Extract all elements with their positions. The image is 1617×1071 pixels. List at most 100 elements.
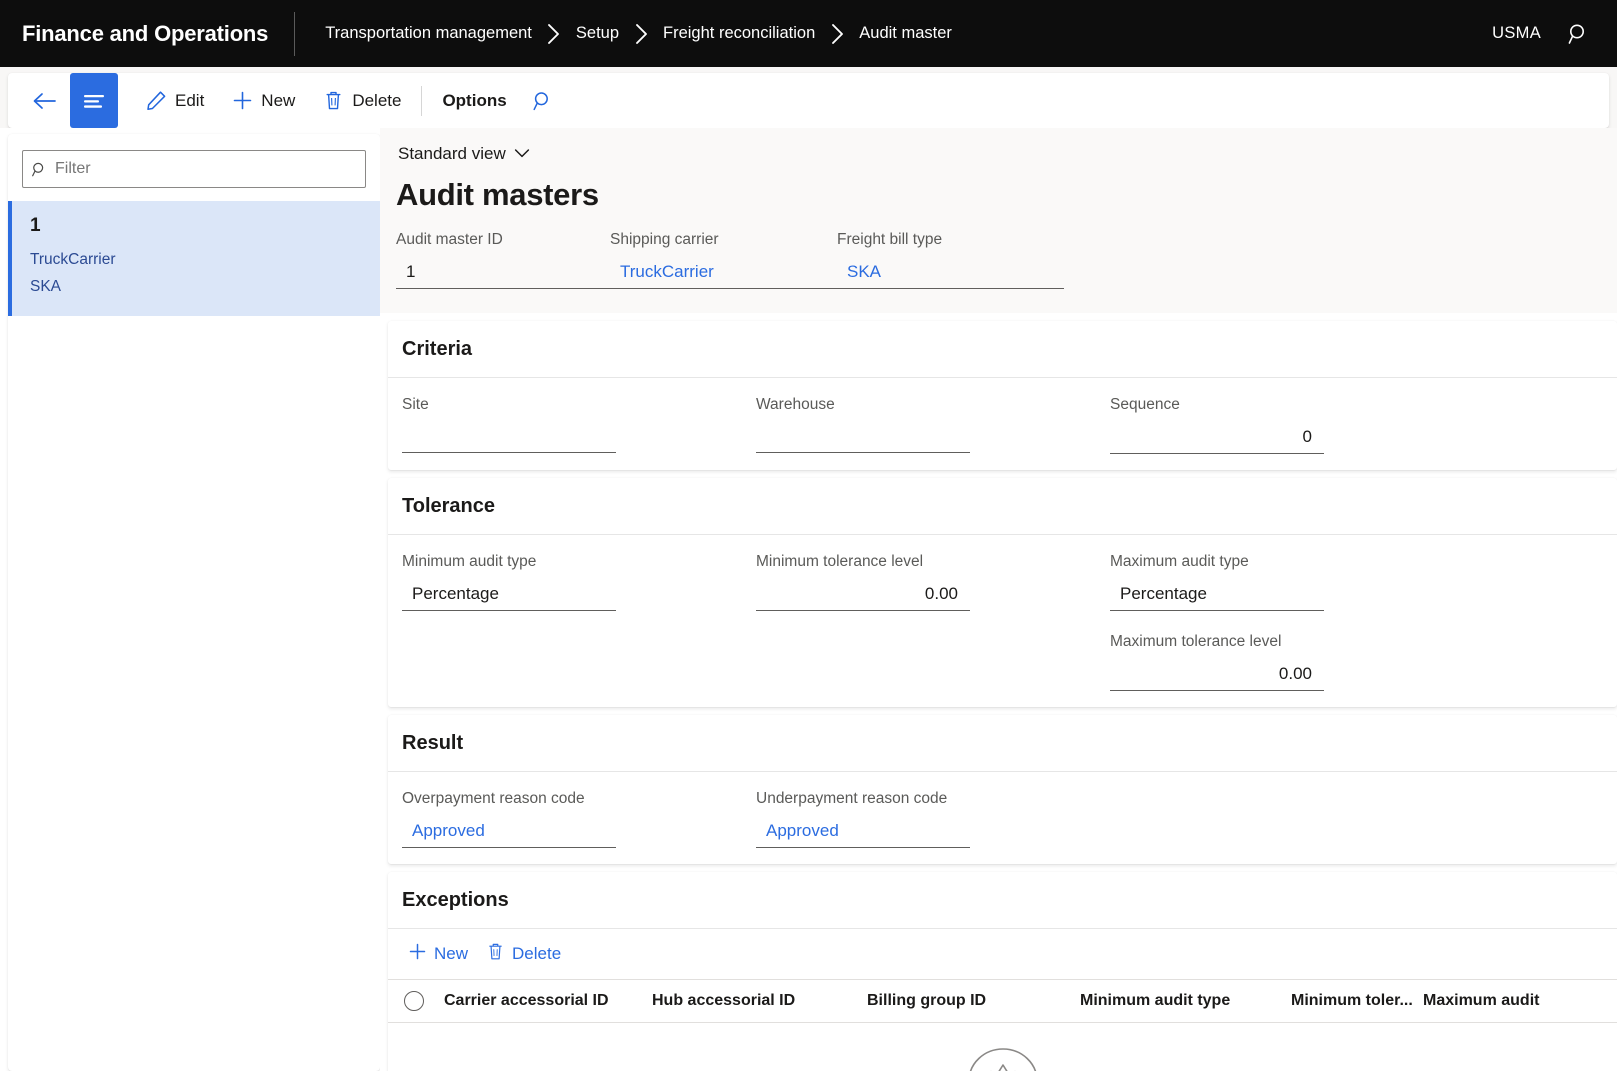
field-label: Shipping carrier [610, 231, 719, 248]
breadcrumb: Transportation management Setup Freight … [295, 21, 954, 46]
plus-icon [232, 90, 253, 111]
page-title: Audit masters [396, 177, 599, 212]
search-icon[interactable] [521, 79, 565, 123]
field-minimum-audit-type: Minimum audit type Percentage [402, 553, 616, 611]
list-item[interactable]: 1 TruckCarrier SKA [8, 201, 380, 317]
field-sequence: Sequence 0 [1110, 396, 1324, 454]
delete-button[interactable]: Delete [309, 79, 415, 123]
action-pane-container: Edit New Delete Options [0, 67, 1617, 128]
result-section: Result Overpayment reason code Approved … [388, 715, 1617, 864]
section-title: Exceptions [402, 888, 509, 911]
criteria-section-body: Site Warehouse Sequence 0 [388, 378, 1617, 470]
field-label: Maximum audit type [1110, 553, 1249, 570]
field-freight-bill-type: Freight bill type SKA [837, 231, 1064, 289]
field-value[interactable]: 0.00 [756, 582, 970, 611]
criteria-section: Criteria Site Warehouse Sequence 0 [388, 321, 1617, 470]
tolerance-section-header[interactable]: Tolerance [388, 478, 1617, 535]
exceptions-delete-label: Delete [512, 944, 562, 963]
top-nav-right-group: USMA [1492, 14, 1617, 54]
tolerance-section-body: Minimum audit type Percentage Minimum to… [388, 535, 1617, 707]
field-label: Overpayment reason code [402, 790, 585, 807]
field-value[interactable]: SKA [837, 260, 1064, 289]
field-label: Minimum audit type [402, 553, 537, 570]
chevron-down-icon [514, 144, 530, 164]
result-column-2: Underpayment reason code Approved [756, 790, 1110, 848]
column-header-billing-group-id[interactable]: Billing group ID [867, 992, 1080, 1010]
select-all-rows-radio[interactable] [404, 991, 444, 1011]
trash-icon [486, 942, 505, 966]
chevron-right-icon [817, 23, 857, 45]
detail-pane: Standard view Audit masters Audit master… [380, 128, 1617, 1071]
field-warehouse: Warehouse [756, 396, 970, 453]
back-arrow-icon[interactable] [22, 79, 66, 123]
show-list-icon[interactable] [70, 73, 118, 128]
pencil-icon [146, 90, 167, 111]
section-title: Result [402, 731, 464, 754]
exceptions-section: Exceptions New Delete Carrier accessoria… [388, 872, 1617, 1071]
records-list-panel: 1 TruckCarrier SKA [8, 134, 380, 1071]
exceptions-grid-toolbar: New Delete [388, 929, 1617, 979]
search-icon[interactable] [1559, 14, 1599, 54]
filter-container [8, 134, 380, 201]
result-section-header[interactable]: Result [388, 715, 1617, 772]
column-header-hub-accessorial-id[interactable]: Hub accessorial ID [652, 992, 867, 1010]
field-value[interactable]: Approved [402, 819, 616, 848]
field-value[interactable]: TruckCarrier [610, 260, 837, 289]
tolerance-section: Tolerance Minimum audit type Percentage … [388, 478, 1617, 707]
column-header-maximum-audit-type[interactable]: Maximum audit [1423, 992, 1539, 1010]
field-label: Freight bill type [837, 231, 943, 248]
field-shipping-carrier: Shipping carrier TruckCarrier [610, 231, 837, 289]
column-header-carrier-accessorial-id[interactable]: Carrier accessorial ID [444, 992, 652, 1010]
radio-circle-icon [404, 991, 424, 1011]
field-value[interactable]: 0 [1110, 425, 1324, 454]
breadcrumb-item-setup[interactable]: Setup [574, 21, 621, 46]
field-value[interactable] [756, 425, 970, 453]
options-tab[interactable]: Options [428, 91, 520, 111]
field-value[interactable]: 0.00 [1110, 662, 1324, 691]
edit-button[interactable]: Edit [132, 79, 218, 123]
result-section-body: Overpayment reason code Approved Underpa… [388, 772, 1617, 864]
view-selector[interactable]: Standard view [396, 142, 532, 166]
criteria-column-1: Site [402, 396, 756, 454]
column-header-minimum-tolerance[interactable]: Minimum toler... [1291, 992, 1423, 1010]
tolerance-column-2: Minimum tolerance level 0.00 [756, 553, 1110, 691]
app-brand-title: Finance and Operations [22, 20, 269, 46]
criteria-section-header[interactable]: Criteria [388, 321, 1617, 378]
breadcrumb-item-audit-master[interactable]: Audit master [857, 21, 954, 46]
field-minimum-tolerance-level: Minimum tolerance level 0.00 [756, 553, 970, 611]
filter-box[interactable] [22, 150, 366, 188]
list-item-id: 1 [30, 215, 41, 236]
workspace-body: 1 TruckCarrier SKA Standard view Audit m… [0, 128, 1617, 1071]
criteria-column-3: Sequence 0 [1110, 396, 1464, 454]
toolbar-divider [421, 85, 423, 116]
exceptions-section-header[interactable]: Exceptions [388, 872, 1617, 929]
criteria-column-2: Warehouse [756, 396, 1110, 454]
field-label: Underpayment reason code [756, 790, 948, 807]
plus-icon [408, 942, 427, 966]
list-item-billtype: SKA [30, 278, 62, 296]
detail-header: Standard view Audit masters Audit master… [380, 128, 1617, 313]
header-fields-row: Audit master ID 1 Shipping carrier Truck… [396, 231, 1617, 289]
delete-button-label: Delete [352, 90, 402, 110]
new-button[interactable]: New [218, 79, 309, 123]
field-value[interactable]: Percentage [1110, 582, 1324, 611]
field-overpayment-reason-code: Overpayment reason code Approved [402, 790, 616, 848]
exceptions-delete-button[interactable]: Delete [484, 938, 573, 970]
field-value[interactable]: 1 [396, 260, 610, 289]
column-header-minimum-audit-type[interactable]: Minimum audit type [1080, 992, 1291, 1010]
result-column-1: Overpayment reason code Approved [402, 790, 756, 848]
breadcrumb-item-transportation-management[interactable]: Transportation management [323, 21, 534, 46]
field-underpayment-reason-code: Underpayment reason code Approved [756, 790, 970, 848]
field-value[interactable] [402, 425, 616, 453]
exceptions-new-button[interactable]: New [406, 938, 480, 970]
field-value[interactable]: Approved [756, 819, 970, 848]
search-icon [31, 161, 48, 178]
field-value[interactable]: Percentage [402, 582, 616, 611]
breadcrumb-item-freight-reconciliation[interactable]: Freight reconciliation [661, 21, 817, 46]
field-site: Site [402, 396, 616, 453]
field-label: Sequence [1110, 396, 1180, 413]
company-selector[interactable]: USMA [1492, 24, 1541, 43]
section-title: Criteria [402, 337, 473, 360]
filter-input[interactable] [55, 160, 357, 178]
tolerance-column-3: Maximum audit type Percentage Maximum to… [1110, 553, 1464, 691]
